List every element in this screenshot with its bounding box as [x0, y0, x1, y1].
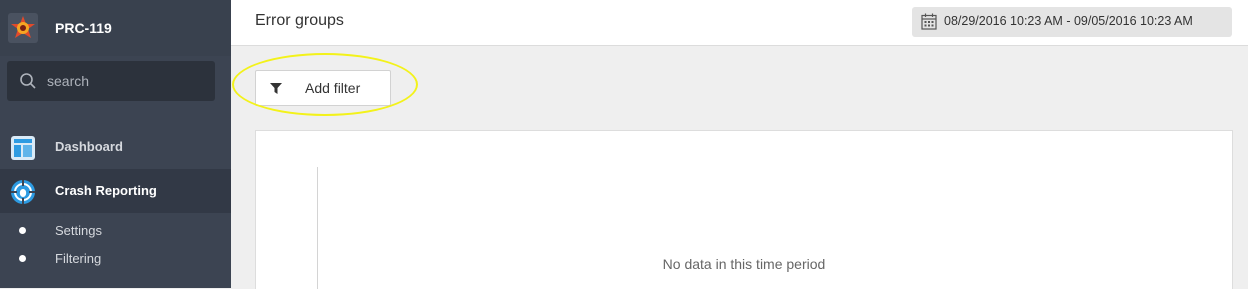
dashboard-icon [11, 136, 35, 160]
sidebar-item-crash-reporting[interactable]: Crash Reporting [0, 169, 231, 213]
bullet-icon [19, 255, 26, 262]
sidebar-item-label: Crash Reporting [55, 183, 157, 198]
main-header: Error groups 08/29/2016 10:23 AM - 09/05… [231, 0, 1248, 46]
crash-reporting-icon [11, 180, 35, 204]
error-groups-panel: No data in this time period [255, 130, 1233, 289]
app-header: PRC-119 [0, 0, 231, 56]
sidebar-item-label: Dashboard [55, 139, 123, 154]
empty-state-message: No data in this time period [662, 256, 826, 272]
sidebar-subitem-label: Filtering [55, 251, 102, 266]
sidebar-subitem-label: Settings [55, 223, 102, 238]
add-filter-label: Add filter [305, 80, 361, 96]
date-range-picker[interactable]: 08/29/2016 10:23 AM - 09/05/2016 10:23 A… [912, 7, 1232, 37]
sidebar: PRC-119 Dashboard Crash Reporting [0, 0, 231, 288]
filter-icon [270, 83, 282, 94]
search-box [7, 61, 215, 101]
date-range-text: 08/29/2016 10:23 AM - 09/05/2016 10:23 A… [944, 14, 1193, 28]
calendar-icon [921, 13, 937, 30]
sidebar-item-dashboard[interactable]: Dashboard [0, 125, 231, 169]
sidebar-subitem-filtering[interactable]: Filtering [0, 246, 231, 272]
search-input[interactable] [47, 61, 207, 101]
search-icon [20, 73, 36, 89]
bullet-icon [19, 227, 26, 234]
app-name: PRC-119 [55, 20, 112, 36]
app-logo-icon[interactable] [8, 13, 38, 43]
page-title: Error groups [255, 12, 344, 29]
add-filter-button[interactable]: Add filter [255, 70, 391, 106]
sidebar-subitem-settings[interactable]: Settings [0, 218, 231, 244]
